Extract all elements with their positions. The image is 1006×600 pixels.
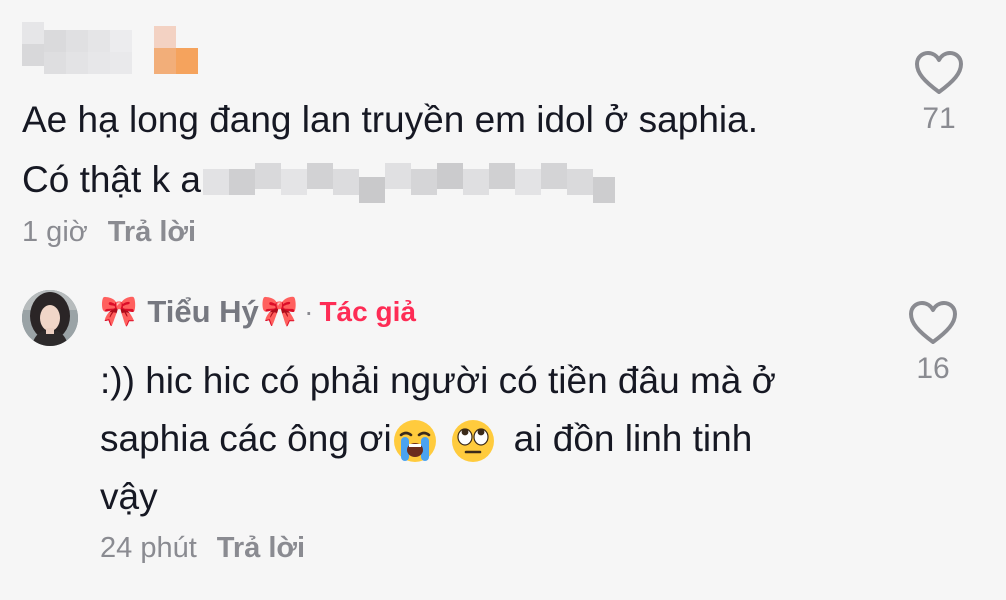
comment-text-line-1: Ae hạ long đang lan truyền em idol ở sap… [22, 99, 758, 140]
comment-text-line-3: vậy [100, 476, 158, 517]
comment-text: Ae hạ long đang lan truyền em idol ở sap… [22, 90, 902, 210]
username-bow-emoji-right: 🎀 [260, 295, 299, 328]
comment-meta: 24 phút Trả lời [100, 532, 305, 565]
comment-header: 🎀 Tiểu Hý 🎀 · Tác giả [100, 290, 416, 334]
comment-text-segment: saphia các ông ơi [100, 418, 392, 459]
separator-dot: · [304, 296, 314, 327]
comment-text-visible-part: Có thật k a [22, 159, 201, 200]
like-button[interactable]: 16 [900, 300, 966, 386]
blurred-username [22, 22, 198, 76]
comment-1: Ae hạ long đang lan truyền em idol ở sap… [0, 0, 1006, 270]
username-bow-emoji-left: 🎀 [100, 295, 138, 328]
pixelated-text-redaction [202, 159, 615, 205]
avatar[interactable] [22, 290, 78, 346]
comment-time: 24 phút [100, 532, 197, 564]
crying-face-emoji-icon [392, 418, 438, 464]
comment-text: :)) hic hic có phải người có tiền đâu mà… [100, 352, 860, 526]
comment-text-segment: ai đồn linh tinh [513, 418, 753, 459]
author-badge: Tác giả [319, 296, 416, 327]
reply-button[interactable]: Trả lời [108, 216, 196, 248]
avatar-image [22, 290, 78, 346]
comment-text-line-2: saphia các ông ơi ai đồn linh tinh [100, 410, 860, 468]
like-count: 16 [916, 352, 950, 385]
eye-roll-emoji-icon [450, 418, 496, 464]
like-button[interactable]: 71 [906, 50, 972, 136]
comment-meta: 1 giờ Trả lời [22, 216, 196, 249]
comment-time: 1 giờ [22, 216, 88, 248]
heart-outline-icon [909, 301, 957, 344]
reply-button[interactable]: Trả lời [217, 532, 305, 564]
comment-text-line-1: :)) hic hic có phải người có tiền đâu mà… [100, 360, 776, 401]
comment-text-line-2: Có thật k a [22, 150, 902, 210]
username[interactable]: Tiểu Hý [147, 294, 258, 330]
heart-outline-icon [915, 51, 963, 94]
like-count: 71 [922, 102, 956, 135]
